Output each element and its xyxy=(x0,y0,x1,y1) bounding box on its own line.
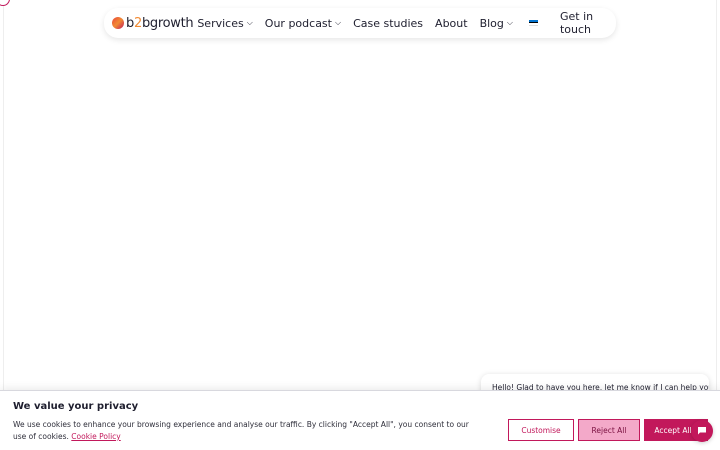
nav-item-label: Services xyxy=(197,16,244,30)
chevron-down-icon: ⌵ xyxy=(246,18,253,27)
nav-item-our-podcast[interactable]: Our podcast ⌵ xyxy=(265,17,341,30)
main-navbar: b2bgrowth Services ⌵ Our podcast ⌵ Case … xyxy=(104,8,616,38)
customise-button[interactable]: Customise xyxy=(508,419,574,441)
nav-item-blog[interactable]: Blog ⌵ xyxy=(480,17,513,30)
nav-item-label: Blog xyxy=(479,16,504,30)
logo-text: b2bgrowth xyxy=(126,15,194,31)
b2bgrowth-logo[interactable]: b2bgrowth xyxy=(112,11,194,35)
nav-item-label: Case studies xyxy=(353,16,424,30)
language-switcher[interactable] xyxy=(525,20,538,27)
nav-item-label: About xyxy=(435,16,468,30)
nav-item-services[interactable]: Services ⌵ xyxy=(197,17,252,30)
chat-icon xyxy=(698,427,706,435)
reject-all-button[interactable]: Reject All xyxy=(578,419,640,441)
chevron-down-icon: ⌵ xyxy=(506,18,513,27)
nav-item-label: Our podcast xyxy=(264,16,332,30)
estonia-flag-icon xyxy=(528,20,538,27)
get-in-touch-button[interactable]: Get in touch xyxy=(550,6,608,40)
nav-items: Services ⌵ Our podcast ⌵ Case studies Ab… xyxy=(197,17,550,30)
chevron-down-icon: ⌵ xyxy=(334,18,342,27)
cookie-policy-link[interactable]: Cookie Policy xyxy=(71,432,120,441)
cookie-consent-banner: We value your privacy We use cookies to … xyxy=(0,390,720,450)
nav-item-about[interactable]: About xyxy=(435,17,468,30)
corner-mark xyxy=(0,0,10,6)
cookie-banner-text: We use cookies to enhance your browsing … xyxy=(13,419,483,443)
cookie-banner-title: We value your privacy xyxy=(13,401,139,412)
chat-launcher-button[interactable] xyxy=(691,420,713,442)
nav-item-case-studies[interactable]: Case studies xyxy=(353,17,423,30)
logo-mark-icon xyxy=(112,17,124,29)
